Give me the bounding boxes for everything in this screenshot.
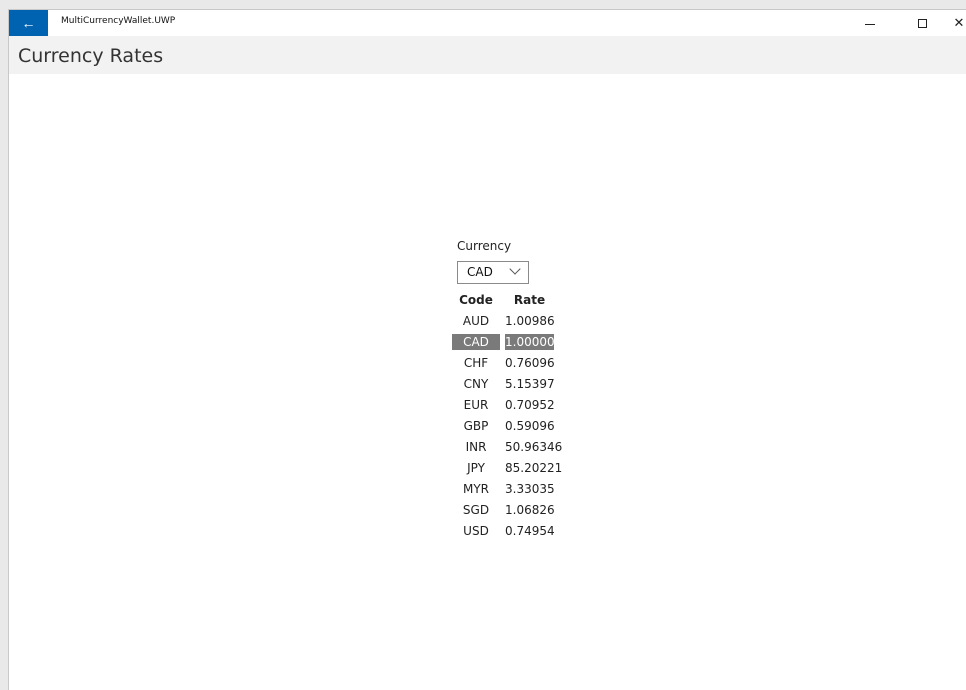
close-icon: ✕ — [953, 15, 965, 31]
table-row[interactable]: CNY 5.15397 — [444, 374, 555, 395]
currency-label: Currency — [457, 239, 512, 253]
row-rate: 0.74954 — [505, 524, 555, 538]
grid-header-row: Code Rate — [444, 290, 554, 311]
column-header-rate: Rate — [513, 293, 546, 307]
main-content: Currency CAD Code Rate AUD 1.00986 CAD 1… — [9, 74, 966, 690]
back-button[interactable]: ← — [9, 10, 48, 36]
page-header: Currency Rates — [9, 36, 966, 74]
maximize-button[interactable] — [905, 10, 939, 36]
row-rate: 50.96346 — [505, 440, 563, 454]
page-title: Currency Rates — [18, 45, 164, 67]
row-code: USD — [463, 524, 489, 538]
row-rate: 0.70952 — [505, 398, 555, 412]
row-rate: 3.33035 — [505, 482, 555, 496]
row-rate: 5.15397 — [505, 377, 555, 391]
table-row[interactable]: AUD 1.00986 — [444, 311, 555, 332]
row-code: CHF — [463, 356, 489, 370]
row-code: INR — [465, 440, 487, 454]
row-code: CNY — [463, 377, 489, 391]
back-arrow-icon: ← — [21, 15, 36, 31]
row-rate: 0.76096 — [505, 356, 555, 370]
row-rate: 1.00986 — [505, 314, 555, 328]
currency-combobox-value: CAD — [467, 265, 493, 279]
row-code: MYR — [462, 482, 490, 496]
row-code: EUR — [463, 398, 489, 412]
maximize-icon — [917, 18, 927, 28]
table-row[interactable]: USD 0.74954 — [444, 521, 554, 542]
app-title: MultiCurrencyWallet.UWP — [61, 16, 176, 26]
table-row[interactable]: JPY 85.20221 — [444, 458, 563, 479]
row-code: GBP — [463, 419, 489, 433]
row-code: SGD — [462, 503, 490, 517]
app-window: ← MultiCurrencyWallet.UWP ✕ Currency Rat… — [8, 9, 966, 690]
table-row-selected[interactable]: CAD 1.00000 — [444, 332, 555, 353]
row-code: JPY — [467, 461, 485, 475]
row-rate: 1.00000 — [505, 334, 555, 350]
row-rate: 1.06826 — [505, 503, 555, 517]
minimize-icon — [865, 23, 875, 25]
minimize-button[interactable] — [853, 10, 887, 36]
table-row[interactable]: GBP 0.59096 — [444, 416, 555, 437]
currency-combobox[interactable]: CAD — [457, 261, 529, 284]
table-row[interactable]: SGD 1.06826 — [444, 500, 555, 521]
chevron-down-icon — [509, 263, 521, 275]
row-code: CAD — [452, 334, 500, 350]
table-row[interactable]: CHF 0.76096 — [444, 353, 555, 374]
row-code: AUD — [462, 314, 490, 328]
rates-grid: Code Rate AUD 1.00986 CAD 1.00000 CHF 0.… — [444, 290, 563, 542]
row-rate: 0.59096 — [505, 419, 555, 433]
table-row[interactable]: INR 50.96346 — [444, 437, 563, 458]
table-row[interactable]: MYR 3.33035 — [444, 479, 555, 500]
table-row[interactable]: EUR 0.70952 — [444, 395, 555, 416]
close-button[interactable]: ✕ — [942, 10, 966, 36]
column-header-code: Code — [459, 293, 493, 307]
row-rate: 85.20221 — [505, 461, 563, 475]
title-bar: ← MultiCurrencyWallet.UWP ✕ — [9, 10, 966, 36]
